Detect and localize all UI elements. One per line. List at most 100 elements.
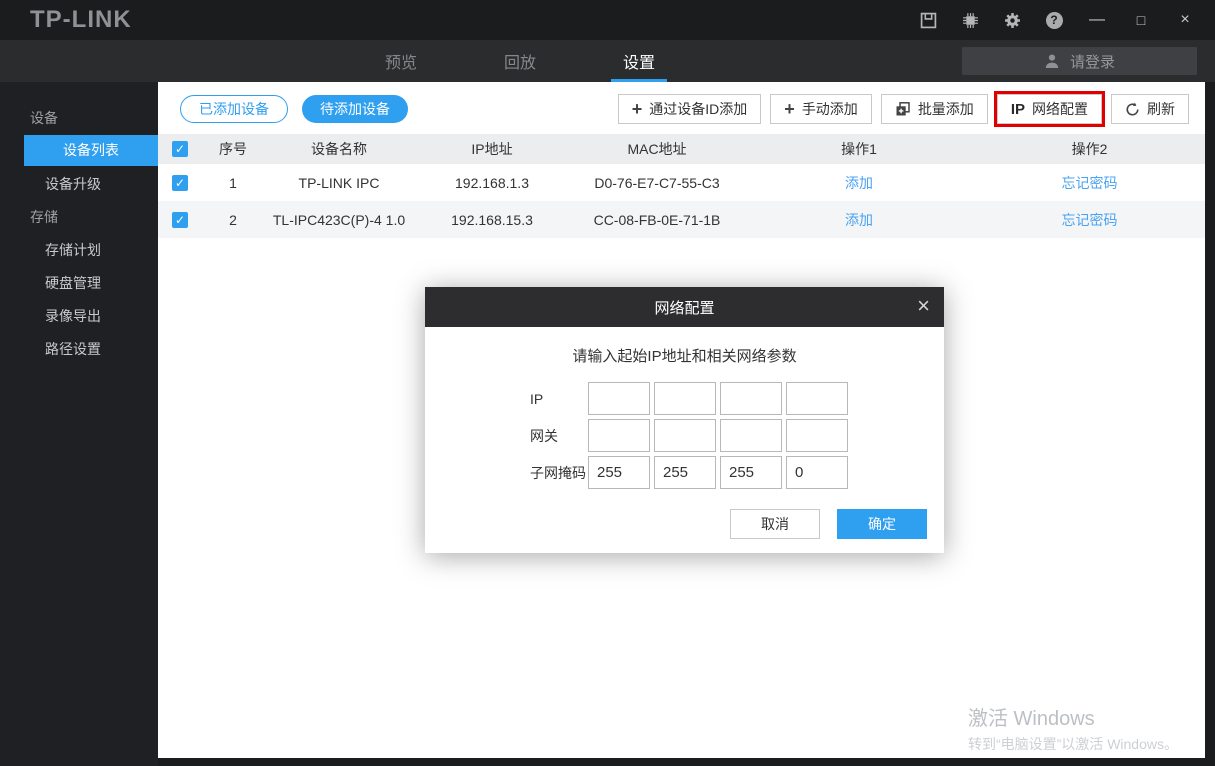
filter-pending-devices[interactable]: 待添加设备 [302,95,408,123]
button-label: 批量添加 [918,99,974,119]
sidebar-item-device-upgrade[interactable]: 设备升级 [0,168,158,201]
button-label: 网络配置 [1032,99,1088,119]
gateway-octet-2-input[interactable] [654,419,716,452]
dialog-header: 网络配置 × [425,287,944,327]
subnet-octet-1-input[interactable] [588,456,650,489]
chip-icon[interactable] [961,11,979,29]
refresh-icon [1125,102,1140,117]
nav-tabs: 预览 回放 设置 [373,40,667,82]
subnet-octet-3-input[interactable] [720,456,782,489]
user-icon [1044,53,1060,69]
column-header-op2: 操作2 [974,139,1205,159]
sidebar: 设备 设备列表 设备升级 存储 存储计划 硬盘管理 录像导出 路径设置 [0,82,158,766]
button-label: 通过设备ID添加 [649,99,747,119]
dialog-buttons: 取消 确定 [425,493,944,553]
sidebar-item-video-export[interactable]: 录像导出 [0,300,158,333]
tab-playback[interactable]: 回放 [492,40,548,82]
help-glyph: ? [1046,12,1063,29]
manual-add-button[interactable]: + 手动添加 [770,94,872,124]
cell-no: 2 [202,212,264,228]
forgot-password-link[interactable]: 忘记密码 [1062,175,1118,191]
cell-device-name: TP-LINK IPC [264,175,414,191]
tab-label: 预览 [385,49,417,73]
tab-label: 回放 [504,49,536,73]
dialog-title: 网络配置 [654,297,714,318]
table-header-row: ✓ 序号 设备名称 IP地址 MAC地址 操作1 操作2 [158,134,1205,164]
tab-preview[interactable]: 预览 [373,40,429,82]
forgot-password-link[interactable]: 忘记密码 [1062,212,1118,228]
check-icon: ✓ [175,143,185,155]
subnet-octet-4-input[interactable] [786,456,848,489]
cell-mac: D0-76-E7-C7-55-C3 [570,175,744,191]
navbar: 预览 回放 设置 请登录 [0,40,1215,82]
gateway-octet-4-input[interactable] [786,419,848,452]
titlebar: TP-LINK ? — □ × [0,0,1215,40]
batch-add-icon [895,101,911,117]
add-device-link[interactable]: 添加 [845,212,873,228]
ip-octet-2-input[interactable] [654,382,716,415]
sidebar-item-device-list[interactable]: 设备列表 [24,135,158,166]
add-by-device-id-button[interactable]: + 通过设备ID添加 [618,94,762,124]
cell-no: 1 [202,175,264,191]
column-header-op1: 操作1 [744,139,974,159]
app-logo: TP-LINK [30,6,132,34]
sidebar-item-storage-plan[interactable]: 存储计划 [0,234,158,267]
sidebar-item-disk-management[interactable]: 硬盘管理 [0,267,158,300]
check-icon: ✓ [175,214,185,226]
ip-field-row: IP [530,382,944,415]
maximize-button[interactable]: □ [1131,12,1151,28]
tab-label: 设置 [623,49,655,73]
save-disk-icon[interactable] [919,11,937,29]
column-header-no: 序号 [202,139,264,159]
refresh-button[interactable]: 刷新 [1111,94,1189,124]
add-device-link[interactable]: 添加 [845,175,873,191]
sidebar-section-storage: 存储 [0,201,158,234]
subnet-octet-2-input[interactable] [654,456,716,489]
dialog-close-icon[interactable]: × [917,287,930,327]
watermark-line2: 转到“电脑设置”以激活 Windows。 [968,734,1178,754]
gateway-octet-1-input[interactable] [588,419,650,452]
batch-add-button[interactable]: 批量添加 [881,94,988,124]
filter-added-devices[interactable]: 已添加设备 [180,95,288,123]
network-config-dialog: 网络配置 × 请输入起始IP地址和相关网络参数 IP 网关 子网掩码 取消 确定 [425,287,944,553]
tab-settings[interactable]: 设置 [611,40,667,82]
check-icon: ✓ [175,177,185,189]
table-row: ✓ 1 TP-LINK IPC 192.168.1.3 D0-76-E7-C7-… [158,164,1205,201]
column-header-ip: IP地址 [414,139,570,159]
ip-octet-3-input[interactable] [720,382,782,415]
cell-ip: 192.168.15.3 [414,212,570,228]
column-header-device-name: 设备名称 [264,139,414,159]
ip-octet-4-input[interactable] [786,382,848,415]
toolbar-actions: + 通过设备ID添加 + 手动添加 批量添加 IP 网络配置 [618,94,1189,124]
sidebar-section-device: 设备 [0,102,158,135]
login-button[interactable]: 请登录 [962,47,1197,75]
gateway-octet-3-input[interactable] [720,419,782,452]
ip-octet-1-input[interactable] [588,382,650,415]
select-all-checkbox[interactable]: ✓ [172,141,188,157]
close-button[interactable]: × [1175,11,1195,29]
ip-network-config-button[interactable]: IP 网络配置 [997,94,1102,124]
button-label: 刷新 [1147,99,1175,119]
ok-button[interactable]: 确定 [837,509,927,539]
minimize-button[interactable]: — [1087,11,1107,29]
watermark-line1: 激活 Windows [968,702,1178,731]
sidebar-item-path-settings[interactable]: 路径设置 [0,333,158,366]
gateway-field-row: 网关 [530,419,944,452]
ip-icon: IP [1011,101,1025,118]
cell-ip: 192.168.1.3 [414,175,570,191]
subnet-mask-field-label: 子网掩码 [530,463,588,483]
row-checkbox[interactable]: ✓ [172,212,188,228]
dialog-prompt: 请输入起始IP地址和相关网络参数 [425,345,944,366]
ip-field-label: IP [530,391,588,407]
help-icon[interactable]: ? [1045,11,1063,29]
row-checkbox[interactable]: ✓ [172,175,188,191]
titlebar-controls: ? — □ × [919,11,1195,29]
plus-icon: + [784,100,795,118]
table-row: ✓ 2 TL-IPC423C(P)-4 1.0 192.168.15.3 CC-… [158,201,1205,238]
button-label: 手动添加 [802,99,858,119]
cell-mac: CC-08-FB-0E-71-1B [570,212,744,228]
settings-gear-icon[interactable] [1003,11,1021,29]
subnet-mask-field-row: 子网掩码 [530,456,944,489]
cancel-button[interactable]: 取消 [730,509,820,539]
login-label: 请登录 [1070,51,1115,72]
